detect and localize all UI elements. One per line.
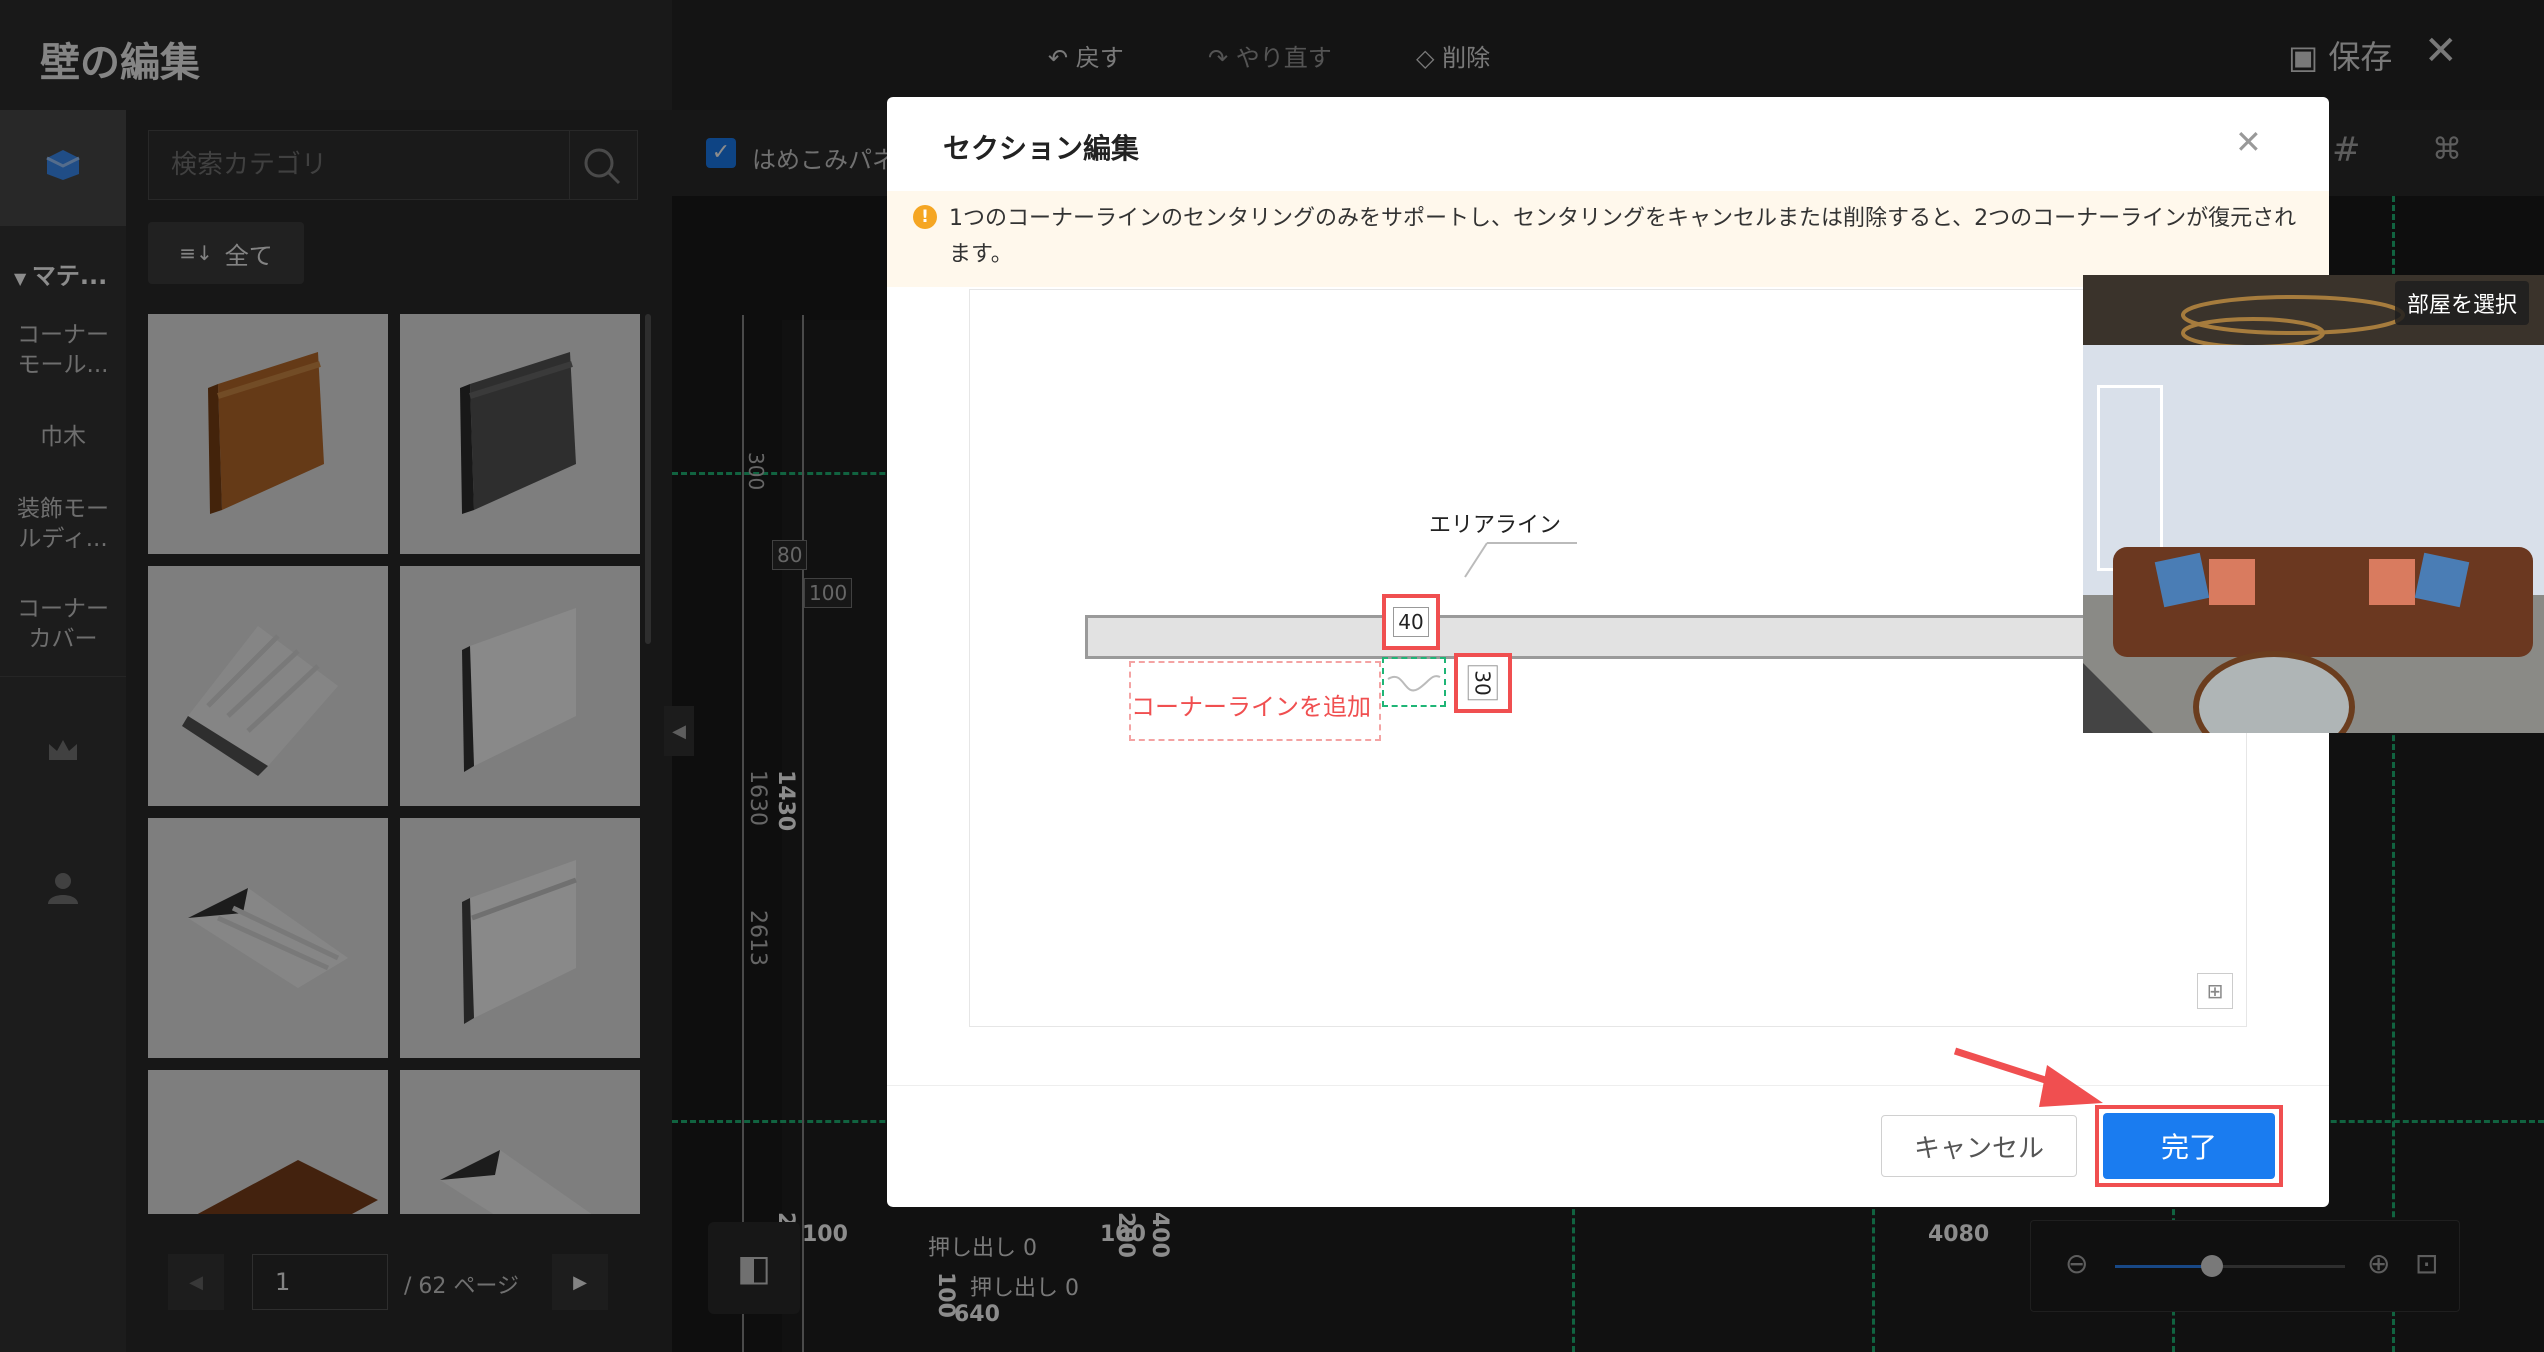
- done-button[interactable]: 完了: [2103, 1113, 2275, 1179]
- area-line-label: エリアライン: [1429, 513, 1562, 538]
- select-room-button[interactable]: 部屋を選択: [2395, 281, 2530, 325]
- cushion: [2209, 559, 2255, 605]
- profile-curve-icon: [1387, 675, 1441, 692]
- wall-panel: [2097, 385, 2163, 571]
- add-corner-line-label: コーナーラインを追加: [1131, 693, 1371, 721]
- section-edit-dialog: セクション編集 ✕ ! 1つのコーナーラインのセンタリングのみをサポートし、セン…: [887, 97, 2544, 1207]
- preview-resize-handle[interactable]: [2083, 663, 2153, 733]
- molding-section[interactable]: [1085, 615, 2245, 659]
- fit-view-button[interactable]: ⊞: [2197, 973, 2233, 1009]
- close-icon: ✕: [2235, 123, 2262, 161]
- room-preview[interactable]: 部屋を選択: [2083, 275, 2544, 733]
- dialog-title: セクション編集: [943, 132, 1140, 165]
- warning-text: 1つのコーナーラインのセンタリングのみをサポートし、センタリングをキャンセルまた…: [949, 206, 2297, 267]
- cushion: [2414, 552, 2470, 608]
- arrow-annotation: [1953, 1047, 2103, 1107]
- dim-horizontal[interactable]: 40: [1382, 594, 1440, 650]
- corner-line-profile[interactable]: [1382, 657, 1446, 707]
- chandelier-icon: [2181, 295, 2405, 349]
- add-corner-line-zone[interactable]: コーナーラインを追加: [1129, 661, 1381, 741]
- footer-divider: [887, 1085, 2329, 1086]
- dim-vertical[interactable]: 30: [1454, 653, 1512, 713]
- warning-icon: !: [913, 205, 937, 229]
- cushion: [2154, 552, 2210, 608]
- fit-view-icon: ⊞: [2206, 979, 2224, 1003]
- cancel-button[interactable]: キャンセル: [1881, 1115, 2077, 1177]
- cushion: [2369, 559, 2415, 605]
- warning-banner: ! 1つのコーナーラインのセンタリングのみをサポートし、センタリングをキャンセル…: [887, 191, 2329, 287]
- dialog-close-button[interactable]: ✕: [2235, 123, 2262, 161]
